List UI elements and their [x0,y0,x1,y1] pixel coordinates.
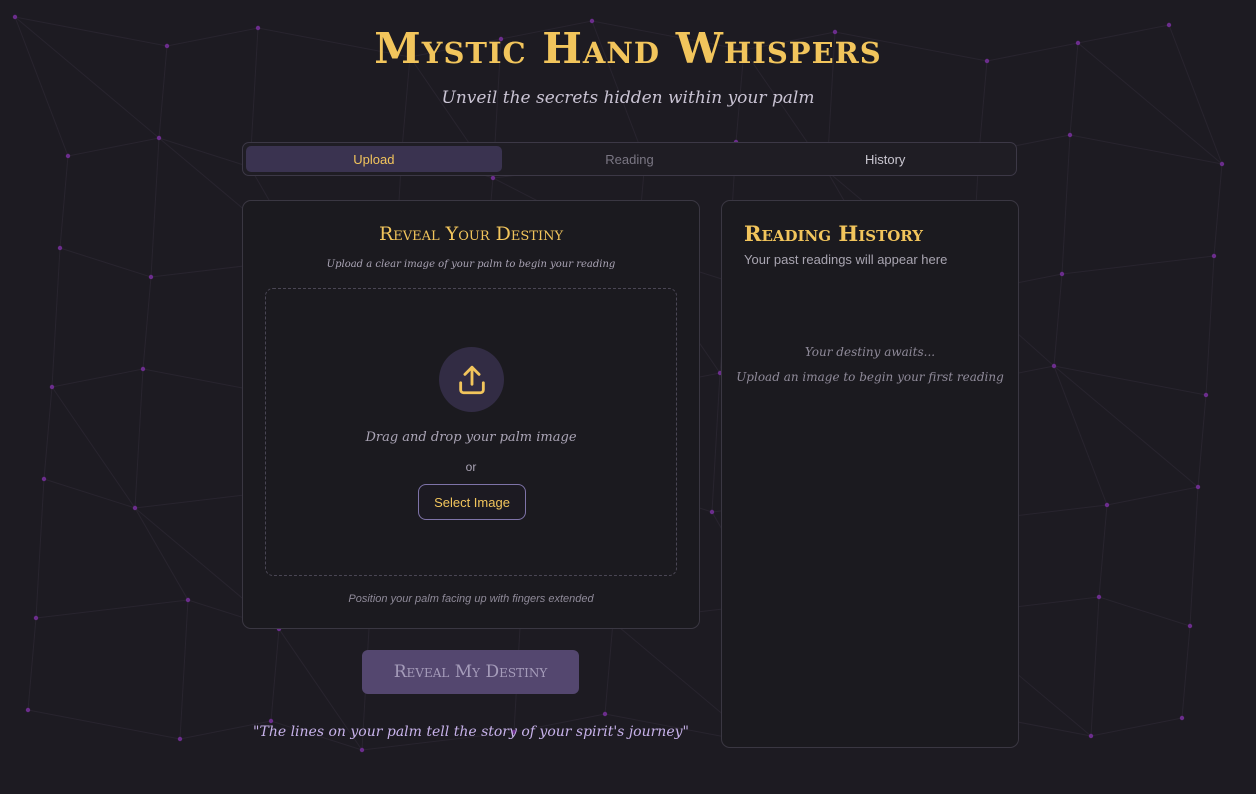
palm-position-hint: Position your palm facing up with finger… [348,593,594,605]
app-subtitle: Unveil the secrets hidden within your pa… [441,88,815,108]
history-panel-subtitle: Your past readings will appear here [744,252,948,267]
history-empty-line1: Your destiny awaits... [804,345,936,359]
upload-panel-title: Reveal Your Destiny [378,223,564,245]
select-image-button[interactable]: Select Image [418,484,526,520]
footer-quote: "The lines on your palm tell the story o… [253,724,689,740]
tab-reading[interactable]: Reading [502,146,758,172]
drag-drop-text: Drag and drop your palm image [365,430,577,445]
reveal-destiny-button[interactable]: Reveal My Destiny [362,650,579,694]
upload-icon[interactable] [439,347,504,412]
tab-bar: Upload Reading History [242,142,1017,176]
history-panel-title: Reading History [744,221,924,246]
app-title: Mystic Hand Whispers [374,24,882,73]
app-root: Mystic Hand Whispers Unveil the secrets … [0,0,1256,794]
upload-panel-subtitle: Upload a clear image of your palm to beg… [326,259,616,270]
history-empty-line2: Upload an image to begin your first read… [736,370,1004,384]
dropzone[interactable]: Drag and drop your palm image or Select … [265,288,677,576]
or-text: or [465,460,477,474]
history-panel: Reading History Your past readings will … [721,200,1019,748]
tab-upload[interactable]: Upload [246,146,502,172]
tab-history[interactable]: History [757,146,1013,172]
upload-panel: Reveal Your Destiny Upload a clear image… [242,200,700,629]
